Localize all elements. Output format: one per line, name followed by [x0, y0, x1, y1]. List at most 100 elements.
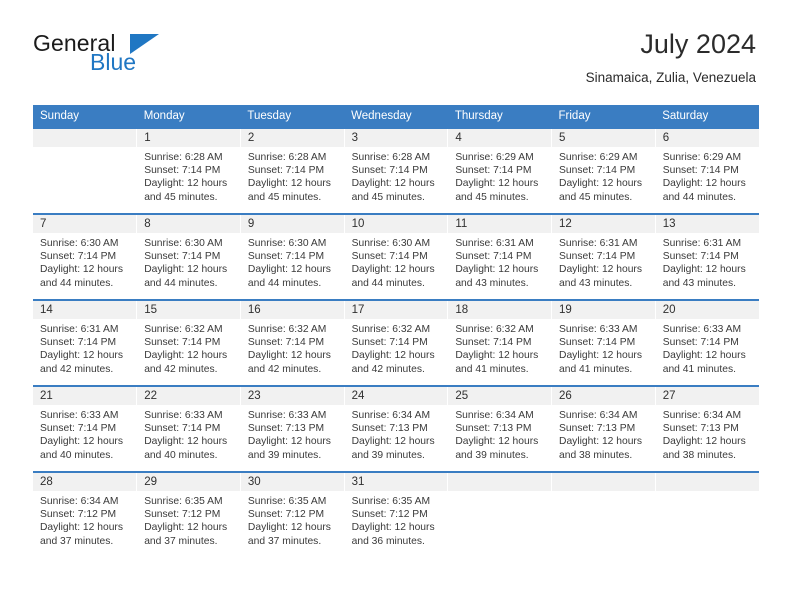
daylight-text: and 44 minutes. — [144, 277, 218, 289]
daylight-text: and 42 minutes. — [247, 363, 322, 375]
sunrise-text: Sunrise: 6:33 AM — [247, 410, 327, 421]
day-cell-content: 6 Sunrise: 6:29 AM Sunset: 7:14 PM Daylight… — [655, 129, 759, 213]
sunset-text: Sunset: 7:12 PM — [144, 509, 221, 521]
sunrise-text: Sunrise: 6:35 AM — [351, 496, 431, 507]
daylight-text: Daylight: 12 hours — [559, 178, 643, 190]
page-title: July 2024 — [640, 29, 756, 59]
day-details: Sunrise: 6:31 AM Sunset: 7:14 PM Daylight:… — [656, 233, 759, 290]
day-number: 12 — [552, 215, 655, 233]
daylight-text: and 37 minutes. — [144, 535, 218, 547]
daylight-text: and 39 minutes. — [247, 449, 322, 461]
day-number: 8 — [137, 215, 240, 233]
calendar-day-cell[interactable]: 28 Sunrise: 6:34 AM Sunset: 7:12 PM Dayligh… — [33, 471, 138, 557]
sunrise-text: Sunrise: 6:34 AM — [455, 410, 534, 421]
day-cell-content — [552, 473, 655, 557]
title-block: July 2024 Sinamaica, Zulia, Venezuela — [586, 28, 756, 86]
calendar-day-cell[interactable]: 23 Sunrise: 6:33 AM Sunset: 7:13 PM Dayligh… — [240, 385, 345, 472]
calendar-day-cell[interactable]: 22 Sunrise: 6:33 AM Sunset: 7:14 PM Dayligh… — [136, 385, 241, 472]
calendar-day-cell[interactable]: 7 Sunrise: 6:30 AM Sunset: 7:14 PM Daylight… — [33, 213, 138, 300]
daylight-text: and 40 minutes. — [40, 449, 114, 461]
sunrise-text: Sunrise: 6:34 AM — [40, 496, 119, 507]
day-cell-content: 22 Sunrise: 6:33 AM Sunset: 7:14 PM Dayligh… — [137, 387, 240, 471]
calendar-day-cell[interactable]: 11 Sunrise: 6:31 AM Sunset: 7:14 PM Dayligh… — [447, 213, 553, 300]
daylight-text: Daylight: 12 hours — [351, 178, 435, 190]
calendar-day-cell[interactable]: 6 Sunrise: 6:29 AM Sunset: 7:14 PM Daylight… — [655, 127, 759, 214]
sunset-text: Sunset: 7:12 PM — [351, 509, 428, 521]
calendar-day-cell[interactable]: 4 Sunrise: 6:29 AM Sunset: 7:14 PM Daylight… — [447, 127, 553, 214]
day-number — [552, 473, 655, 491]
day-number: 6 — [655, 129, 759, 147]
daylight-text: and 45 minutes. — [247, 191, 322, 203]
calendar-day-cell[interactable]: 24 Sunrise: 6:34 AM Sunset: 7:13 PM Dayligh… — [344, 385, 449, 472]
day-number: 29 — [137, 473, 240, 491]
calendar-day-cell[interactable]: 3 Sunrise: 6:28 AM Sunset: 7:14 PM Daylight… — [344, 127, 449, 214]
calendar-day-cell[interactable]: 16 Sunrise: 6:32 AM Sunset: 7:14 PM Dayligh… — [240, 299, 345, 386]
day-cell-content: 26 Sunrise: 6:34 AM Sunset: 7:13 PM Dayligh… — [552, 387, 655, 471]
calendar-day-cell[interactable]: 1 Sunrise: 6:28 AM Sunset: 7:14 PM Daylight… — [136, 127, 241, 214]
sunrise-text: Sunrise: 6:34 AM — [351, 410, 431, 421]
calendar-day-cell[interactable]: 13 Sunrise: 6:31 AM Sunset: 7:14 PM Dayligh… — [655, 213, 759, 300]
calendar-day-cell[interactable]: 31 Sunrise: 6:35 AM Sunset: 7:12 PM Dayligh… — [344, 471, 449, 557]
day-number: 27 — [655, 387, 759, 405]
day-details: Sunrise: 6:32 AM Sunset: 7:14 PM Daylight:… — [241, 319, 344, 376]
day-cell-content: 10 Sunrise: 6:30 AM Sunset: 7:14 PM Dayligh… — [344, 215, 448, 299]
day-details: Sunrise: 6:32 AM Sunset: 7:14 PM Daylight:… — [137, 319, 240, 376]
day-cell-content: 30 Sunrise: 6:35 AM Sunset: 7:12 PM Dayligh… — [240, 473, 344, 557]
calendar-day-cell[interactable]: 14 Sunrise: 6:31 AM Sunset: 7:14 PM Dayligh… — [33, 299, 138, 386]
calendar-day-cell[interactable]: 30 Sunrise: 6:35 AM Sunset: 7:12 PM Dayligh… — [240, 471, 345, 557]
daylight-text: Daylight: 12 hours — [455, 264, 539, 276]
page-subtitle: Sinamaica, Zulia, Venezuela — [585, 70, 756, 85]
calendar-day-cell[interactable]: 12 Sunrise: 6:31 AM Sunset: 7:14 PM Dayligh… — [551, 213, 656, 300]
sunset-text: Sunset: 7:14 PM — [144, 337, 221, 349]
day-details: Sunrise: 6:35 AM Sunset: 7:12 PM Daylight:… — [137, 491, 240, 548]
daylight-text: Daylight: 12 hours — [351, 522, 435, 534]
day-details: Sunrise: 6:35 AM Sunset: 7:12 PM Daylight:… — [241, 491, 344, 548]
day-details: Sunrise: 6:35 AM Sunset: 7:12 PM Daylight:… — [345, 491, 448, 548]
calendar-day-cell[interactable]: 29 Sunrise: 6:35 AM Sunset: 7:12 PM Dayligh… — [136, 471, 241, 557]
day-details: Sunrise: 6:29 AM Sunset: 7:14 PM Daylight:… — [552, 147, 655, 204]
calendar-day-cell[interactable]: 25 Sunrise: 6:34 AM Sunset: 7:13 PM Dayligh… — [447, 385, 553, 472]
sunrise-text: Sunrise: 6:30 AM — [40, 238, 119, 249]
sunrise-text: Sunrise: 6:30 AM — [247, 238, 327, 249]
calendar-day-cell[interactable]: 18 Sunrise: 6:32 AM Sunset: 7:14 PM Dayligh… — [447, 299, 553, 386]
day-number — [655, 473, 759, 491]
calendar-week-row: 21 Sunrise: 6:33 AM Sunset: 7:14 PM Dayligh… — [33, 385, 759, 472]
day-cell-content: 27 Sunrise: 6:34 AM Sunset: 7:13 PM Dayligh… — [655, 387, 759, 471]
sunrise-text: Sunrise: 6:32 AM — [351, 324, 431, 335]
calendar-day-cell[interactable]: 10 Sunrise: 6:30 AM Sunset: 7:14 PM Dayligh… — [344, 213, 449, 300]
day-number: 25 — [448, 387, 552, 405]
calendar-day-cell[interactable]: 9 Sunrise: 6:30 AM Sunset: 7:14 PM Daylight… — [240, 213, 345, 300]
sunset-text: Sunset: 7:14 PM — [662, 251, 739, 263]
calendar-day-cell[interactable]: 17 Sunrise: 6:32 AM Sunset: 7:14 PM Dayligh… — [344, 299, 449, 386]
calendar-day-cell[interactable]: 21 Sunrise: 6:33 AM Sunset: 7:14 PM Dayligh… — [33, 385, 138, 472]
daylight-text: and 44 minutes. — [351, 277, 425, 289]
daylight-text: Daylight: 12 hours — [662, 350, 746, 362]
calendar-day-cell[interactable]: 27 Sunrise: 6:34 AM Sunset: 7:13 PM Dayligh… — [655, 385, 759, 472]
daylight-text: and 41 minutes. — [455, 363, 529, 375]
day-cell-content — [655, 473, 759, 557]
calendar-day-cell[interactable]: 20 Sunrise: 6:33 AM Sunset: 7:14 PM Dayligh… — [655, 299, 759, 386]
day-details: Sunrise: 6:29 AM Sunset: 7:14 PM Daylight:… — [656, 147, 759, 204]
sunrise-text: Sunrise: 6:30 AM — [144, 238, 223, 249]
day-details: Sunrise: 6:34 AM Sunset: 7:13 PM Daylight:… — [552, 405, 655, 462]
calendar-day-cell[interactable]: 5 Sunrise: 6:29 AM Sunset: 7:14 PM Daylight… — [551, 127, 656, 214]
sunset-text: Sunset: 7:14 PM — [662, 165, 739, 177]
daylight-text: and 45 minutes. — [144, 191, 218, 203]
daylight-text: and 45 minutes. — [455, 191, 529, 203]
day-cell-content: 8 Sunrise: 6:30 AM Sunset: 7:14 PM Daylight… — [137, 215, 240, 299]
calendar-day-cell[interactable]: 26 Sunrise: 6:34 AM Sunset: 7:13 PM Dayligh… — [551, 385, 656, 472]
sunrise-text: Sunrise: 6:30 AM — [351, 238, 431, 249]
weekday-header-wednesday: Wednesday — [344, 105, 448, 128]
day-cell-content: 12 Sunrise: 6:31 AM Sunset: 7:14 PM Dayligh… — [552, 215, 655, 299]
sunset-text: Sunset: 7:14 PM — [455, 251, 532, 263]
calendar-week-row: 28 Sunrise: 6:34 AM Sunset: 7:12 PM Dayligh… — [33, 471, 759, 557]
day-cell-content: 18 Sunrise: 6:32 AM Sunset: 7:14 PM Dayligh… — [448, 301, 552, 385]
day-details: Sunrise: 6:31 AM Sunset: 7:14 PM Daylight:… — [33, 319, 136, 376]
calendar-day-cell[interactable]: 8 Sunrise: 6:30 AM Sunset: 7:14 PM Daylight… — [136, 213, 241, 300]
calendar-day-cell[interactable]: 19 Sunrise: 6:33 AM Sunset: 7:14 PM Dayligh… — [551, 299, 656, 386]
calendar-day-cell[interactable]: 2 Sunrise: 6:28 AM Sunset: 7:14 PM Daylight… — [240, 127, 345, 214]
sunset-text: Sunset: 7:14 PM — [247, 165, 325, 177]
weekday-header-friday: Friday — [551, 105, 656, 128]
day-cell-content: 21 Sunrise: 6:33 AM Sunset: 7:14 PM Dayligh… — [33, 387, 137, 471]
calendar-day-cell[interactable]: 15 Sunrise: 6:32 AM Sunset: 7:14 PM Dayligh… — [136, 299, 241, 386]
